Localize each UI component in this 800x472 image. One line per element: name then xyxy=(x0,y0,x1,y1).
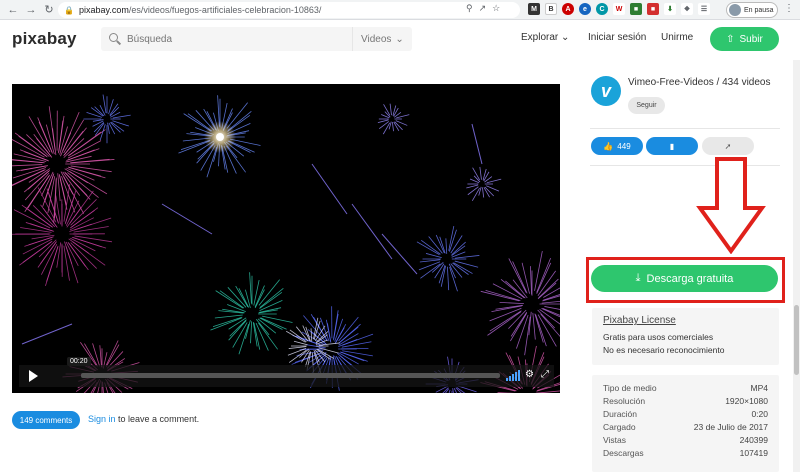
search-bar: Videos ⌄ xyxy=(101,27,412,51)
nav-iniciar-sesion[interactable]: Iniciar sesión xyxy=(588,32,646,43)
extension-red-icon[interactable]: ■ xyxy=(647,3,659,15)
lock-icon: 🔒 xyxy=(64,5,74,15)
extension-green-icon[interactable]: ■ xyxy=(630,3,642,15)
signin-prompt: Sign in to leave a comment. xyxy=(88,414,200,424)
red-arrow-down-icon xyxy=(696,157,766,254)
media-info-table: Tipo de medio MP4 Resolución 1920×1080 Dur… xyxy=(592,375,779,472)
free-download-button[interactable]: ⤓ Descarga gratuita xyxy=(591,265,778,292)
extension-w-icon[interactable]: W xyxy=(613,3,625,15)
profile-button[interactable]: En pausa xyxy=(726,2,778,18)
star-icon[interactable]: ☆ xyxy=(492,3,500,14)
download-extension-icon[interactable]: ⬇ xyxy=(664,3,676,15)
profile-label: En pausa xyxy=(744,6,774,14)
browser-toolbar: ← → ↻ 🔒 pixabay.com/es/videos/fuegos-art… xyxy=(0,0,800,20)
media-type-label: Videos xyxy=(361,33,392,45)
pixabay-logo[interactable]: pixabay xyxy=(12,29,77,49)
license-box: Pixabay License Gratis para usos comerci… xyxy=(592,308,779,365)
follow-button[interactable]: Seguir xyxy=(628,97,665,114)
extension-abp-icon[interactable]: A xyxy=(562,3,574,15)
license-line: Gratis para usos comerciales xyxy=(603,332,714,342)
url-host: pixabay.com xyxy=(78,5,129,15)
share-icon[interactable]: ↗ xyxy=(479,3,487,14)
chevron-down-icon: ⌄ xyxy=(395,33,404,45)
info-row: Descargas 107419 xyxy=(603,448,768,458)
search-icon xyxy=(109,33,121,45)
search-input[interactable] xyxy=(127,33,352,45)
reload-icon[interactable]: ↻ xyxy=(40,1,58,19)
extension-list-icon[interactable]: ☰ xyxy=(698,3,710,15)
site-header: pixabay Videos ⌄ Explorar ⌄ Iniciar sesi… xyxy=(0,20,800,60)
license-line: No es necesario reconocimiento xyxy=(603,345,725,355)
thumbs-up-icon: 👍 xyxy=(603,141,614,151)
puzzle-extension-icon[interactable]: ❖ xyxy=(681,3,693,15)
share-icon: ➚ xyxy=(724,141,732,151)
nav-explorar[interactable]: Explorar ⌄ xyxy=(521,32,569,43)
address-bar[interactable]: 🔒 pixabay.com/es/videos/fuegos-artificia… xyxy=(58,2,520,18)
bookmark-icon: ▮ xyxy=(669,141,675,151)
url-path: /es/videos/fuegos-artificiales-celebraci… xyxy=(128,5,322,15)
browser-menu-icon[interactable]: ⋮ xyxy=(784,3,794,14)
upload-button[interactable]: ⇧ Subir xyxy=(710,27,779,51)
comments-count-badge[interactable]: 149 comments xyxy=(12,411,80,429)
extension-b-icon[interactable]: B xyxy=(545,3,557,15)
extension-blue-icon[interactable]: e xyxy=(579,3,591,15)
share-button[interactable]: ➚ xyxy=(702,137,754,155)
info-row: Resolución 1920×1080 xyxy=(603,396,768,406)
license-link[interactable]: Pixabay License xyxy=(603,315,768,326)
info-row: Duración 0:20 xyxy=(603,409,768,419)
fireworks-video-frame xyxy=(12,94,560,393)
progress-bar[interactable] xyxy=(81,373,500,378)
media-type-select[interactable]: Videos ⌄ xyxy=(353,34,412,45)
nav-unirme[interactable]: Unirme xyxy=(661,32,693,43)
avatar xyxy=(729,4,741,16)
info-row: Cargado 23 de Julio de 2017 xyxy=(603,422,768,432)
time-tooltip: 00:20 xyxy=(67,357,91,366)
search-icon[interactable]: ⚲ xyxy=(466,3,473,14)
vimeo-avatar[interactable]: v xyxy=(591,76,621,106)
page-scrollbar[interactable] xyxy=(793,60,800,472)
chevron-down-icon: ⌄ xyxy=(561,32,570,43)
volume-icon[interactable] xyxy=(506,370,520,381)
forward-arrow-icon[interactable]: → xyxy=(22,1,40,19)
info-row: Vistas 240399 xyxy=(603,435,768,445)
upload-icon: ⇧ xyxy=(726,33,735,45)
channel-name[interactable]: Vimeo-Free-Videos / 434 videos xyxy=(628,77,771,88)
extension-cyan-icon[interactable]: C xyxy=(596,3,608,15)
info-row: Tipo de medio MP4 xyxy=(603,383,768,393)
fullscreen-icon[interactable]: ⤢ xyxy=(541,369,549,380)
download-icon: ⤓ xyxy=(635,272,641,284)
bookmark-button[interactable]: ▮ xyxy=(646,137,698,155)
gmail-extension-icon[interactable]: M xyxy=(528,3,540,15)
settings-gear-icon[interactable]: ⚙ xyxy=(525,369,534,380)
like-button[interactable]: 👍 449 xyxy=(591,137,643,155)
video-controls: 00:20 ⚙ ⤢ xyxy=(19,357,554,387)
sign-in-link[interactable]: Sign in xyxy=(88,414,116,424)
play-icon[interactable] xyxy=(19,365,47,387)
video-player[interactable]: 00:20 ⚙ ⤢ xyxy=(12,84,560,393)
back-arrow-icon[interactable]: ← xyxy=(4,1,22,19)
